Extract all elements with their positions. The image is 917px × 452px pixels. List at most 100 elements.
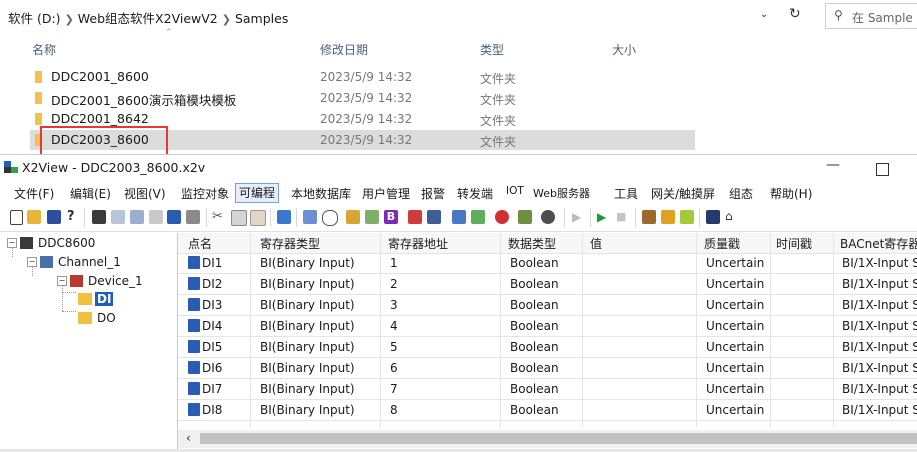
title-bar[interactable]: X2View - DDC2003_8600.x2v —: [0, 155, 917, 181]
cell-bacnet: BI/1X-Input S: [842, 319, 917, 333]
menu-gateway[interactable]: 网关/触摸屏: [651, 185, 715, 202]
list-icon[interactable]: [303, 210, 317, 224]
header-data-type[interactable]: 数据类型: [508, 235, 556, 252]
menu-view[interactable]: 视图(V): [124, 185, 166, 202]
minimize-button[interactable]: —: [826, 157, 840, 173]
horizontal-scrollbar[interactable]: ‹: [178, 430, 917, 448]
di-icon[interactable]: [167, 210, 181, 224]
refresh-icon[interactable]: ↻: [789, 6, 801, 22]
people-icon[interactable]: [346, 210, 360, 224]
protocol-icon[interactable]: [452, 210, 466, 224]
paste-icon[interactable]: [250, 210, 266, 226]
cell-register-address: 3: [390, 298, 398, 312]
menu-programmable[interactable]: 可编程: [235, 183, 280, 203]
menu-users[interactable]: 用户管理: [362, 185, 410, 202]
tree-node-di[interactable]: DI: [95, 292, 114, 306]
stop-icon[interactable]: ■: [616, 210, 630, 224]
new-file-icon[interactable]: [10, 210, 23, 225]
run-icon[interactable]: ▶: [597, 210, 611, 224]
menu-web-server[interactable]: Web服务器: [533, 185, 590, 201]
breadcrumb-drive[interactable]: 软件 (D:): [8, 11, 61, 26]
bacnet-icon[interactable]: B: [384, 210, 398, 224]
header-point-name[interactable]: 点名: [188, 235, 212, 252]
cell-data-type: Boolean: [510, 256, 559, 270]
menu-forward[interactable]: 转发端: [457, 185, 493, 202]
column-header-name[interactable]: 名称: [32, 41, 56, 58]
copy-icon[interactable]: [231, 210, 247, 226]
table-row[interactable]: DI2 BI(Binary Input) 2 Boolean Uncertain BI/1…: [178, 274, 917, 295]
menu-local-db[interactable]: 本地数据库: [291, 185, 351, 202]
collapse-icon[interactable]: −: [27, 257, 37, 267]
download-icon[interactable]: [680, 210, 694, 224]
address-bar[interactable]: 软件 (D:) ❯ Web组态软件X2ViewV2 ❯ Samples ⌄ ↻ ⚲ 在 …: [0, 0, 917, 33]
cell-register-type: BI(Binary Input): [260, 298, 355, 312]
home-icon[interactable]: ⌂: [725, 209, 739, 223]
table-icon[interactable]: [130, 210, 144, 224]
tools-icon[interactable]: [642, 210, 656, 224]
grid-icon[interactable]: [92, 210, 106, 224]
play-disabled-icon[interactable]: ▶: [572, 210, 586, 224]
menu-iot[interactable]: IOT: [506, 185, 524, 197]
do-icon[interactable]: [186, 210, 200, 224]
chart-icon[interactable]: [408, 210, 422, 224]
column-header-size[interactable]: 大小: [612, 41, 636, 58]
column-header-type[interactable]: 类型: [480, 41, 504, 58]
table-row[interactable]: DI7 BI(Binary Input) 7 Boolean Uncertain BI/1…: [178, 379, 917, 400]
eye-icon[interactable]: [541, 210, 555, 224]
chevron-down-icon[interactable]: ⌄: [760, 9, 768, 20]
digital-input-icon: [188, 277, 200, 290]
tree-node-do[interactable]: DO: [97, 311, 116, 325]
tree-node-device[interactable]: Device_1: [88, 274, 143, 288]
menu-alarm[interactable]: 报警: [421, 185, 445, 202]
header-timestamp[interactable]: 时间戳: [776, 235, 812, 252]
folder-tag-icon: [78, 293, 92, 305]
header-quality[interactable]: 质量戳: [704, 235, 740, 252]
device-icon[interactable]: [111, 210, 125, 224]
collapse-icon[interactable]: −: [7, 238, 17, 248]
table-row[interactable]: DI4 BI(Binary Input) 4 Boolean Uncertain BI/1…: [178, 316, 917, 337]
clock-icon[interactable]: [322, 210, 338, 226]
table-row[interactable]: DI3 BI(Binary Input) 3 Boolean Uncertain BI/1…: [178, 295, 917, 316]
cut-icon[interactable]: ✂: [212, 209, 226, 224]
menu-tools[interactable]: 工具: [614, 185, 638, 202]
table-row[interactable]: DI6 BI(Binary Input) 6 Boolean Uncertain BI/1…: [178, 358, 917, 379]
header-bacnet[interactable]: BACnet寄存器: [840, 235, 917, 252]
table-row[interactable]: DI1 BI(Binary Input) 1 Boolean Uncertain BI/1…: [178, 253, 917, 274]
scroll-left-icon[interactable]: ‹: [186, 431, 191, 445]
load-icon[interactable]: [661, 210, 675, 224]
menu-file[interactable]: 文件(F): [14, 185, 54, 202]
menu-edit[interactable]: 编辑(E): [70, 185, 111, 202]
column-header-date[interactable]: 修改日期: [320, 41, 368, 58]
maximize-button[interactable]: [876, 163, 889, 176]
header-register-address[interactable]: 寄存器地址: [388, 235, 448, 252]
screen-icon[interactable]: [706, 210, 720, 224]
monitor-icon[interactable]: [277, 210, 291, 224]
tree-node-channel[interactable]: Channel_1: [58, 255, 121, 269]
alarm-icon[interactable]: [495, 210, 509, 224]
breadcrumb[interactable]: 软件 (D:) ❯ Web组态软件X2ViewV2 ❯ Samples: [8, 8, 288, 27]
scrollbar-thumb[interactable]: [200, 433, 917, 444]
edit-tag-icon[interactable]: [149, 210, 163, 224]
folder-name: DDC2001_8600: [51, 69, 149, 84]
save-icon[interactable]: [47, 210, 61, 224]
header-register-type[interactable]: 寄存器类型: [260, 235, 320, 252]
header-value[interactable]: 值: [590, 235, 602, 252]
collapse-icon[interactable]: −: [57, 276, 67, 286]
menu-monitor[interactable]: 监控对象: [181, 185, 229, 202]
breadcrumb-samples[interactable]: Samples: [235, 11, 288, 26]
menu-help[interactable]: 帮助(H): [770, 185, 812, 202]
menu-config[interactable]: 组态: [729, 185, 753, 202]
table-row[interactable]: DI5 BI(Binary Input) 5 Boolean Uncertain BI/1…: [178, 337, 917, 358]
network-icon[interactable]: [427, 210, 441, 224]
breadcrumb-app-folder[interactable]: Web组态软件X2ViewV2: [78, 11, 218, 26]
script-icon[interactable]: [518, 210, 532, 224]
tree-node-root[interactable]: DDC8600: [38, 236, 95, 250]
folder-row[interactable]: DDC2001_8600 2023/5/9 14:32 文件夹: [30, 67, 695, 87]
table-row[interactable]: DI8 BI(Binary Input) 8 Boolean Uncertain BI/1…: [178, 400, 917, 421]
folder-row[interactable]: DDC2001_8600演示箱模块模板 2023/5/9 14:32 文件夹: [30, 88, 695, 108]
register-icon[interactable]: [365, 210, 379, 224]
open-folder-icon[interactable]: [27, 210, 41, 224]
digital-input-icon: [188, 340, 200, 353]
help-icon[interactable]: ?: [67, 209, 81, 224]
check-icon[interactable]: [471, 210, 485, 224]
